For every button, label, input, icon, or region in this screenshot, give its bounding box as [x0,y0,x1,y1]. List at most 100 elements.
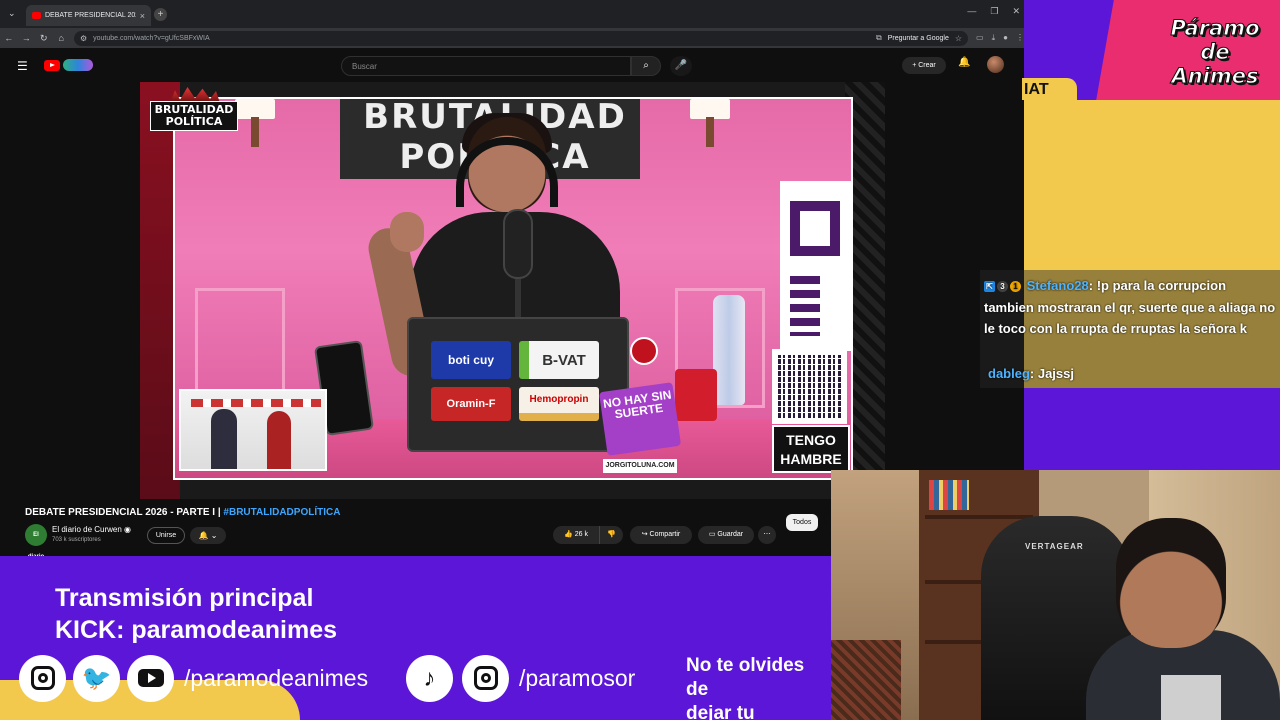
books [929,480,969,510]
lamp-stem [706,117,714,147]
create-button[interactable]: + Crear [902,57,946,74]
ask-google-button[interactable]: Preguntar a Google [888,35,949,42]
wall-lamp-icon [235,99,275,119]
chat-message: dableg: Jajssj [988,366,1074,381]
qr-code-icon [772,349,847,424]
chat-header: IAT [1022,78,1077,100]
social-handle: /paramosor [519,665,636,691]
voice-search-icon[interactable]: 🎤 [670,56,692,76]
reload-button[interactable]: ↻ [35,33,52,44]
logo-text: BRUTALIDAD POLÍTICA [150,101,238,131]
youtube-header: ☰ Buscar ⌕ 🎤 + Crear 🔔 [0,48,1024,82]
search-input[interactable]: Buscar [341,56,631,76]
dislike-button[interactable]: 👎 [599,526,623,544]
close-window-button[interactable]: ✕ [1012,6,1020,17]
join-button[interactable]: Unirse [147,527,185,544]
inset-person [267,411,291,469]
new-tab-button[interactable]: + [154,8,167,21]
maximize-button[interactable]: ❐ [990,6,998,17]
red-mug [675,369,717,421]
forward-button[interactable]: → [17,33,34,43]
kick-channel-label: KICK: paramodeanimes [55,616,338,644]
video-title: DEBATE PRESIDENCIAL 2026 - PARTE I | #BR… [25,507,340,518]
extension-icon[interactable]: ▭ [976,33,984,43]
filter-chip-all[interactable]: Todos [786,514,818,531]
sticker-hemopropin: Hemopropin [519,387,599,421]
youtube-logo[interactable] [44,59,93,71]
hashtag-link[interactable]: #BRUTALIDADPOLÍTICA [223,507,340,518]
share-button[interactable]: ↪ Compartir [630,526,692,544]
youtube-glyph [137,668,164,687]
address-bar[interactable]: ⚙ youtube.com/watch?v=gUfcSBFxWIA ⧉ Preg… [73,30,969,46]
qr-grid [778,355,841,418]
instagram-icon [462,655,509,702]
avatar[interactable] [987,56,1004,73]
bookmark-star-icon[interactable]: ☆ [955,34,962,43]
site-info-icon[interactable]: ⚙ [80,34,87,43]
subscriber-count: 703 k suscriptores [52,537,101,543]
streamer-head [1116,518,1226,648]
tengo-hambre-sign: TENGO HAMBRE [772,425,850,473]
tiktok-icon: ♪ [406,655,453,702]
sticker-oramin: Oramin-F [431,387,511,421]
webcam-basket [831,640,901,720]
sticker-bvat: B-VAT [519,341,599,379]
home-button[interactable]: ⌂ [52,33,69,43]
youtube-favicon-icon [32,12,41,19]
search-button[interactable]: ⌕ [631,56,661,76]
youtube-icon [127,655,174,702]
like-button[interactable]: 👍 26 k [553,526,599,544]
toolbar: ← → ↻ ⌂ ⚙ youtube.com/watch?v=gUfcSBFxWI… [0,28,1024,48]
tab-title: DEBATE PRESIDENCIAL 2026 [45,12,136,19]
chat-username: Stefano28 [1026,278,1089,293]
badge-icon: 3 [997,281,1008,293]
tab-strip: ⌄ DEBATE PRESIDENCIAL 2026 × + — ❐ ✕ [0,0,1024,28]
notifications-bell-icon[interactable]: 🔔 [958,57,970,68]
more-actions-button[interactable]: ⋯ [758,526,776,544]
large-qr-panel [780,181,851,351]
follow-reminder: No te olvides de dejar tu FOLLOW [686,655,805,720]
inset-person [211,409,237,469]
tab-youtube[interactable]: DEBATE PRESIDENCIAL 2026 × [26,5,151,26]
tab-close-icon[interactable]: × [140,11,145,21]
streamer-shirt [1161,675,1221,720]
website-tag: JORGITOLUNA.COM [603,459,677,473]
browser-menu-icon[interactable]: ⋮ [1016,33,1024,43]
subscription-bell-button[interactable]: 🔔 ⌄ [190,527,226,544]
wall-lamp-icon [690,99,730,119]
tab-search-icon[interactable]: ⌄ [8,8,16,19]
social-handle: /paramodeanimes [184,665,369,691]
back-button[interactable]: ← [0,33,17,43]
sticker-red-badge [630,337,658,365]
channel-name[interactable]: El diario de Curwen ◉ [52,525,131,534]
instagram-glyph [473,665,498,690]
menu-icon[interactable]: ☰ [17,59,28,73]
channel-avatar[interactable]: El diario [25,524,47,556]
badge-icon: 1 [1010,281,1021,293]
save-button[interactable]: ▭ Guardar [698,526,754,544]
youtube-doodle-icon [63,59,93,71]
youtube-play-icon [44,59,60,71]
minimize-button[interactable]: — [967,6,976,17]
url-text[interactable]: youtube.com/watch?v=gUfcSBFxWIA [93,35,870,42]
chat-text: : Jajssj [1029,366,1074,381]
chat-username: dableg [988,366,1030,381]
brand-logo-text: Páramo de Animes [1170,16,1260,89]
lamp-stem [251,117,259,147]
video-player[interactable]: BRUTALIDAD POLÍTICA boti cuy B-VAT Orami… [140,82,885,499]
overlay-strip [1024,388,1280,470]
water-bottle [713,295,745,405]
host-hand [390,212,424,252]
download-icon[interactable]: ⤓ [992,33,996,43]
video-title-text: DEBATE PRESIDENCIAL 2026 - PARTE I | [25,507,224,518]
instagram-icon [19,655,66,702]
profile-icon[interactable]: ● [1003,33,1008,43]
window-controls: — ❐ ✕ [967,6,1020,17]
twitter-icon: 🐦 [73,655,120,702]
open-in-window-icon[interactable]: ⧉ [876,33,882,43]
inset-banner [191,399,321,407]
instagram-glyph [30,665,55,690]
chat-message: ⇱ 3 1 Stefano28: !p para la corrupcion tam… [984,275,1276,340]
shelf-board [925,515,1033,519]
microphone-icon [503,209,533,279]
